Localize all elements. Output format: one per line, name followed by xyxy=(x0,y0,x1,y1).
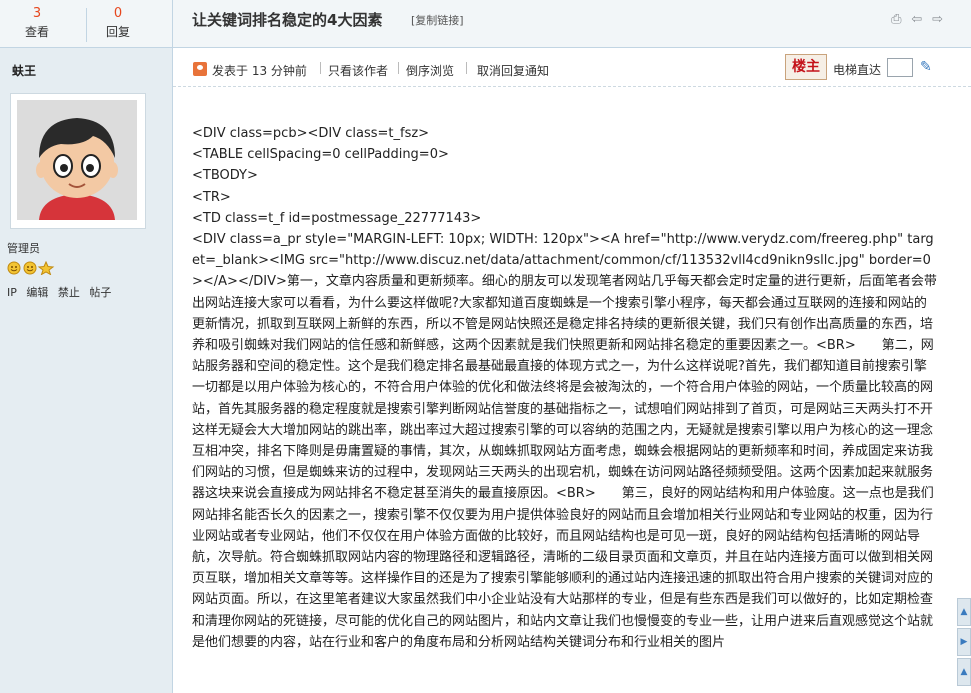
views-count: 3 xyxy=(32,6,42,21)
posts-link[interactable]: 帖子 xyxy=(89,286,111,299)
thread-title: 让关键词排名稳定的4大因素 xyxy=(192,11,383,29)
admin-actions: IP 编辑 禁止 帖子 xyxy=(7,284,117,300)
views-stat: 3 查看 xyxy=(8,6,66,42)
scroll-top-icon[interactable]: ▲ xyxy=(957,658,971,686)
copy-link-button[interactable]: [复制链接] xyxy=(411,12,464,28)
ip-link[interactable]: IP xyxy=(7,286,17,299)
user-group[interactable]: 管理员 xyxy=(7,240,40,256)
cancel-notify-link[interactable]: 取消回复通知 xyxy=(477,62,549,79)
rank-smiley-icon xyxy=(7,260,55,276)
divider xyxy=(466,62,467,74)
elevator-input[interactable] xyxy=(887,58,913,77)
avatar-image xyxy=(17,100,137,220)
replies-label: 回复 xyxy=(105,25,130,39)
elevator-label: 电梯直达 xyxy=(833,63,882,77)
scroll-mid-icon[interactable]: ▶ xyxy=(957,628,971,656)
floor-badge[interactable]: 楼主 xyxy=(785,54,827,80)
rank-icons xyxy=(7,260,57,278)
divider xyxy=(398,62,399,74)
author-name[interactable]: 蚨王 xyxy=(12,62,36,79)
post-body: <DIV class=pcb><DIV class=t_fsz> <TABLE … xyxy=(192,126,937,650)
ban-link[interactable]: 禁止 xyxy=(58,286,80,299)
thread-stats: 3 查看 0 回复 xyxy=(0,0,172,48)
title-tools: ⎙ ⇦ ⇨ xyxy=(885,12,943,27)
stat-divider xyxy=(86,8,87,42)
scroll-widget: ▲ ▶ ▲ xyxy=(957,598,971,693)
print-icon[interactable]: ⎙ xyxy=(891,12,901,27)
replies-count: 0 xyxy=(113,6,123,21)
avatar[interactable] xyxy=(10,93,146,229)
next-thread-icon[interactable]: ⇨ xyxy=(932,12,943,27)
prev-thread-icon[interactable]: ⇦ xyxy=(911,12,922,27)
replies-stat: 0 回复 xyxy=(89,6,147,42)
post-header: 发表于 13 分钟前 只看该作者 倒序浏览 取消回复通知 楼主 电梯直达 ✎ xyxy=(173,48,971,87)
divider xyxy=(320,62,321,74)
online-status-icon xyxy=(193,62,207,76)
author-column: 3 查看 0 回复 蚨王 管理员 IP 编辑 禁止 帖子 xyxy=(0,0,173,693)
post-time: 发表于 13 分钟前 xyxy=(212,64,307,78)
scroll-up-icon[interactable]: ▲ xyxy=(957,598,971,626)
edit-link[interactable]: 编辑 xyxy=(26,286,48,299)
views-label: 查看 xyxy=(24,25,49,39)
post-content: <DIV class=pcb><DIV class=t_fsz> <TABLE … xyxy=(173,87,971,693)
only-author-link[interactable]: 只看该作者 xyxy=(328,62,388,79)
reverse-view-link[interactable]: 倒序浏览 xyxy=(406,62,454,79)
go-floor-icon[interactable]: ✎ xyxy=(920,59,932,75)
thread-title-bar: 让关键词排名稳定的4大因素 [复制链接] ⎙ ⇦ ⇨ xyxy=(173,0,971,48)
